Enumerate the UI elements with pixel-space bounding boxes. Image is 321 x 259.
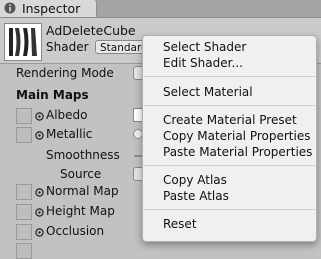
material-preview-image: [5, 24, 41, 60]
metallic-label: Metallic: [46, 127, 93, 141]
info-icon: [4, 2, 16, 14]
asset-name: AdDeleteCube: [46, 23, 136, 38]
albedo-label: Albedo: [46, 108, 88, 122]
target-icon[interactable]: [35, 131, 44, 140]
shader-dropdown[interactable]: Standard: [95, 40, 147, 54]
normal-map-texture-slot[interactable]: [16, 184, 32, 200]
material-thumbnail: [4, 23, 42, 61]
normal-map-label: Normal Map: [46, 184, 119, 198]
menu-item-reset[interactable]: Reset: [163, 217, 197, 231]
smoothness-slider-track[interactable]: [134, 155, 142, 157]
smoothness-label: Smoothness: [46, 148, 120, 162]
source-label: Source: [60, 167, 102, 181]
menu-item-paste-material-properties[interactable]: Paste Material Properties: [163, 145, 312, 159]
menu-item-select-shader[interactable]: Select Shader: [163, 40, 246, 54]
texture-slot[interactable]: [16, 243, 32, 259]
shader-label: Shader: [46, 40, 89, 54]
context-menu: Select Shader Edit Shader... Select Mate…: [142, 35, 317, 242]
height-map-label: Height Map: [46, 204, 115, 218]
menu-item-paste-atlas[interactable]: Paste Atlas: [163, 189, 229, 203]
main-maps-heading: Main Maps: [16, 88, 89, 102]
menu-item-copy-material-properties[interactable]: Copy Material Properties: [163, 129, 310, 143]
rendering-mode-label: Rendering Mode: [16, 66, 114, 80]
occlusion-texture-slot[interactable]: [16, 224, 32, 240]
inspector-tab-label: Inspector: [22, 1, 81, 16]
menu-item-select-material[interactable]: Select Material: [163, 85, 253, 99]
menu-item-create-material-preset[interactable]: Create Material Preset: [163, 113, 297, 127]
menu-separator: [144, 76, 315, 77]
albedo-texture-slot[interactable]: [16, 108, 32, 124]
menu-item-copy-atlas[interactable]: Copy Atlas: [163, 173, 227, 187]
target-icon[interactable]: [35, 188, 44, 197]
target-icon[interactable]: [35, 208, 44, 217]
metallic-texture-slot[interactable]: [16, 127, 32, 143]
menu-item-edit-shader[interactable]: Edit Shader...: [163, 56, 243, 70]
occlusion-label: Occlusion: [46, 224, 105, 238]
target-icon[interactable]: [35, 112, 44, 121]
menu-separator: [144, 105, 315, 106]
menu-separator: [144, 209, 315, 210]
menu-separator: [144, 165, 315, 166]
inspector-tab[interactable]: Inspector: [0, 0, 97, 17]
tab-bar: Inspector: [0, 0, 321, 18]
target-icon[interactable]: [35, 228, 44, 237]
height-map-texture-slot[interactable]: [16, 204, 32, 220]
